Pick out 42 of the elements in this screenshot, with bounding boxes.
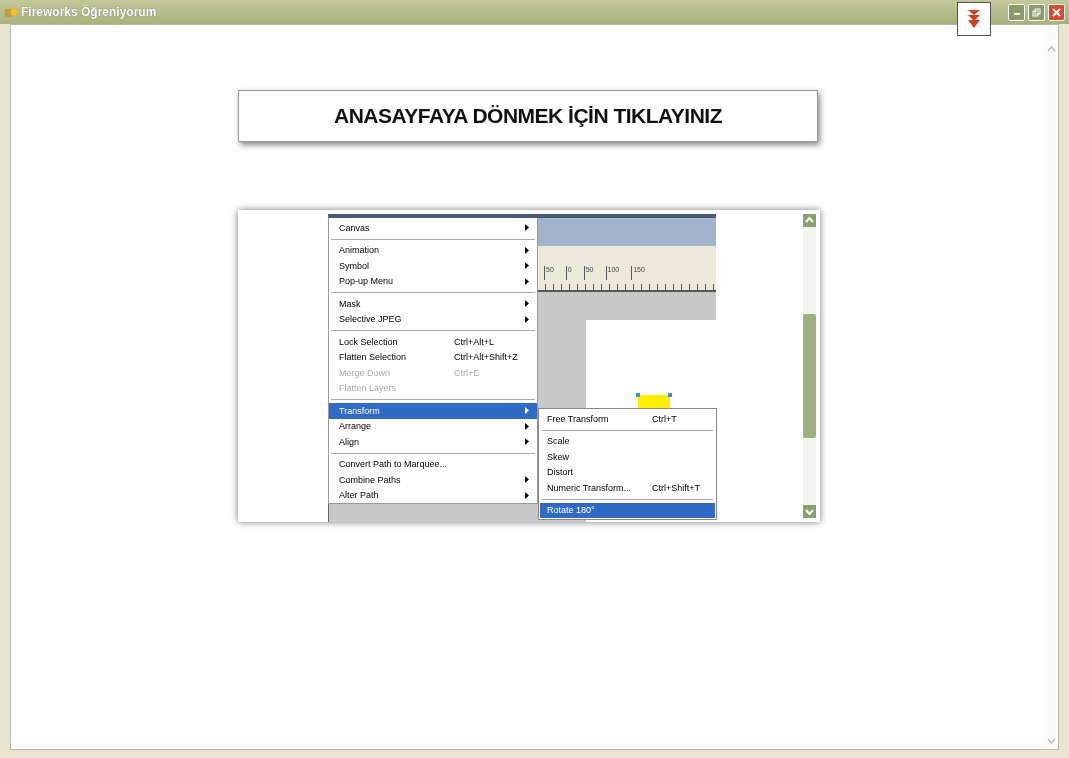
menu-item[interactable]: Align [329,434,537,450]
menu-item[interactable]: Distort [540,464,715,480]
restore-button[interactable] [1028,3,1045,21]
window-title: Fireworks Öğreniyorum [21,5,157,19]
submenu-arrow-icon [525,262,529,269]
menu-item[interactable]: Rotate 180° [540,502,715,518]
menu-item[interactable]: Animation [329,242,537,258]
scroll-down-icon [805,507,814,516]
menu-item[interactable]: Numeric Transform... Ctrl+Shift+T [540,480,715,496]
close-icon [1052,7,1061,17]
triple-chevron-down-icon [967,9,981,29]
scrollbar[interactable] [803,214,816,518]
menu-item[interactable]: Scale [540,433,715,449]
menu-item[interactable]: Combine Paths [329,472,537,488]
menu-item[interactable]: Mask [329,296,537,312]
submenu-arrow-icon [525,438,529,445]
menu-item[interactable]: Arrange [329,418,537,434]
submenu-arrow-icon [525,476,529,483]
menu-item[interactable]: Pop-up Menu [329,273,537,289]
page-scrollbar[interactable] [1044,25,1058,749]
close-button[interactable] [1048,3,1065,21]
menu-item[interactable]: Selective JPEG [329,311,537,327]
minimize-button[interactable] [1008,3,1025,21]
menu-item[interactable]: Skew [540,449,715,465]
menu-item[interactable]: Transform [329,403,537,419]
home-link-banner[interactable]: ANASAYFAYA DÖNMEK İÇİN TIKLAYINIZ [238,90,818,142]
menu-item[interactable]: Flatten Selection Ctrl+Alt+Shift+Z [329,349,537,365]
menu-item[interactable]: Lock Selection Ctrl+Alt+L [329,334,537,350]
restore-icon [1032,7,1041,17]
submenu-arrow-icon [525,224,529,231]
menu-item[interactable]: Free Transform Ctrl+T [540,411,715,427]
menu-item[interactable]: Canvas [329,220,537,236]
scroll-down-icon[interactable] [1046,736,1056,745]
menu-item[interactable]: Symbol [329,258,537,274]
menu-item[interactable]: Alter Path [329,487,537,503]
collapse-button[interactable] [957,2,991,36]
scroll-up-icon [805,216,814,225]
app-icon [4,6,18,18]
submenu-arrow-icon [525,300,529,307]
submenu-arrow-icon [525,407,529,414]
menu-item[interactable]: Convert Path to Marquee... [329,456,537,472]
scroll-up-icon[interactable] [1046,45,1056,54]
